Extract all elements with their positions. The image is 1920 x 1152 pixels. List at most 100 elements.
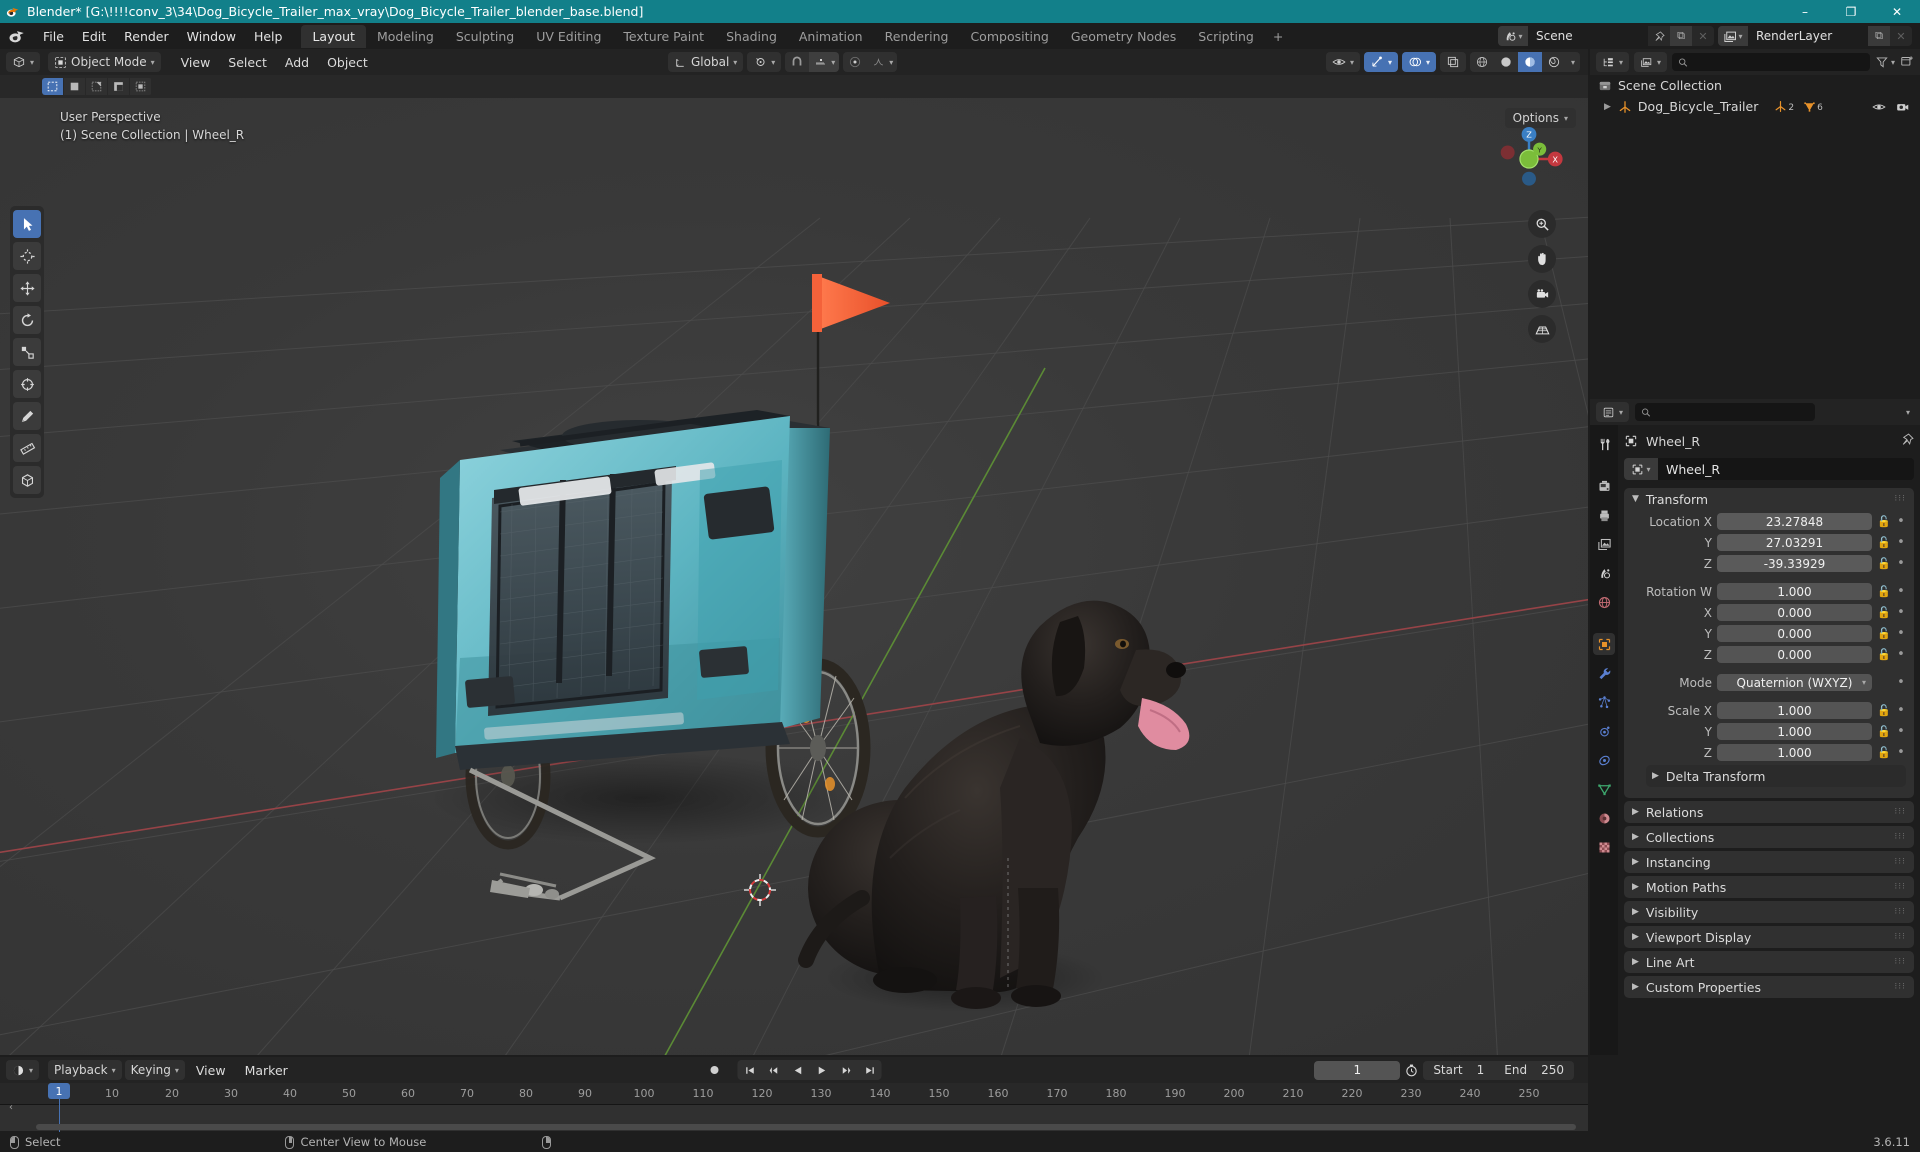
timeline-editor-type-selector[interactable]: ▾ (6, 1060, 40, 1080)
zoom-navigate-button[interactable] (1528, 210, 1556, 238)
rotation-mode-dropdown[interactable]: Quaternion (WXYZ) ▾ (1717, 674, 1872, 691)
eye-icon[interactable] (1872, 100, 1886, 114)
proportional-editing-group[interactable]: ▾ (843, 52, 898, 72)
previous-keyframe-button[interactable] (762, 1060, 786, 1080)
tab-scripting[interactable]: Scripting (1187, 25, 1265, 48)
play-reverse-button[interactable] (786, 1060, 810, 1080)
animate-scale-x-icon[interactable]: • (1896, 703, 1906, 718)
menu-window[interactable]: Window (178, 26, 245, 47)
properties-options-chevron-icon[interactable]: ▾ (1906, 408, 1914, 417)
output-tab[interactable] (1593, 504, 1615, 526)
relations-panel-header[interactable]: ▶ Relations ⁝⁝⁝ (1624, 801, 1914, 823)
animate-rotation-y-icon[interactable]: • (1896, 626, 1906, 641)
view-layer-selector[interactable]: ▾ RenderLayer ⧉ ✕ (1718, 26, 1912, 46)
next-keyframe-button[interactable] (834, 1060, 858, 1080)
animate-rotation-x-icon[interactable]: • (1896, 605, 1906, 620)
rotate-tool[interactable] (13, 306, 41, 334)
3d-viewport[interactable]: User Perspective (1) Scene Collection | … (0, 98, 1588, 1055)
lock-scale-x-icon[interactable]: 🔓 (1877, 704, 1891, 717)
transform-panel-header[interactable]: ▼ Transform ⁝⁝⁝ (1624, 488, 1914, 510)
tab-compositing[interactable]: Compositing (959, 25, 1059, 48)
viewport-menu-add[interactable]: Add (277, 53, 317, 72)
view-layer-name-field[interactable]: RenderLayer (1748, 26, 1868, 46)
object-visibility-selector[interactable]: ▾ (1325, 52, 1360, 72)
outliner-row-dog-bicycle-trailer[interactable]: ▶ Dog_Bicycle_Trailer 2 6 (1590, 96, 1920, 117)
play-button[interactable] (810, 1060, 834, 1080)
location-y-field[interactable]: 27.03291 (1717, 534, 1872, 551)
shading-mode-group[interactable]: ▾ (1470, 52, 1580, 72)
material-preview-button[interactable] (1518, 52, 1542, 72)
scene-name-field[interactable]: Scene (1528, 26, 1648, 46)
frame-range-group[interactable]: Start 1 End 250 (1423, 1060, 1574, 1080)
pan-navigate-button[interactable] (1528, 245, 1556, 273)
particles-tab[interactable] (1593, 691, 1615, 713)
rotation-z-field[interactable]: 0.000 (1717, 646, 1872, 663)
animate-location-z-icon[interactable]: • (1896, 556, 1906, 571)
modifier-tab[interactable] (1593, 662, 1615, 684)
lock-scale-y-icon[interactable]: 🔓 (1877, 725, 1891, 738)
scale-x-field[interactable]: 1.000 (1717, 702, 1872, 719)
annotate-tool[interactable] (13, 402, 41, 430)
transform-tool[interactable] (13, 370, 41, 398)
scale-tool[interactable] (13, 338, 41, 366)
properties-search-box[interactable] (1635, 403, 1816, 421)
unlink-scene-button[interactable]: ✕ (1692, 26, 1714, 46)
world-tab[interactable] (1593, 591, 1615, 613)
render-tab[interactable] (1593, 475, 1615, 497)
animate-location-x-icon[interactable]: • (1896, 514, 1906, 529)
timeline-menu-marker[interactable]: Marker (237, 1061, 296, 1080)
lock-rotation-z-icon[interactable]: 🔓 (1877, 648, 1891, 661)
lock-rotation-x-icon[interactable]: 🔓 (1877, 606, 1891, 619)
measure-tool[interactable] (13, 434, 41, 462)
viewport-menu-view[interactable]: View (173, 53, 219, 72)
tab-animation[interactable]: Animation (788, 25, 874, 48)
pivot-point-selector[interactable]: ▾ (747, 52, 782, 72)
current-frame-field[interactable]: 1 (1314, 1060, 1401, 1080)
close-button[interactable]: ✕ (1874, 0, 1920, 23)
motion-paths-panel[interactable]: ▶ Motion Paths ⁝⁝⁝ (1624, 876, 1914, 898)
location-z-field[interactable]: -39.33929 (1717, 555, 1872, 572)
instancing-panel-header[interactable]: ▶ Instancing ⁝⁝⁝ (1624, 851, 1914, 873)
playhead-indicator[interactable]: 1 (48, 1083, 70, 1099)
keying-menu[interactable]: Keying ▾ (124, 1060, 185, 1080)
line-art-panel-header[interactable]: ▶ Line Art ⁝⁝⁝ (1624, 951, 1914, 973)
texture-tab[interactable] (1593, 836, 1615, 858)
tab-sculpting[interactable]: Sculpting (445, 25, 525, 48)
tab-modeling[interactable]: Modeling (366, 25, 445, 48)
timeline-horizontal-scrollbar[interactable] (36, 1124, 1576, 1130)
outliner-editor-type-selector[interactable]: ▾ (1596, 52, 1630, 72)
lock-rotation-w-icon[interactable]: 🔓 (1877, 585, 1891, 598)
snapping-group[interactable]: ▾ (785, 52, 840, 72)
overlays-toggle[interactable]: ▾ (1401, 52, 1436, 72)
viewport-menu-object[interactable]: Object (319, 53, 376, 72)
outliner-filter-button[interactable]: ▾ (1875, 55, 1895, 69)
tab-layout[interactable]: Layout (301, 24, 366, 48)
move-tool[interactable] (13, 274, 41, 302)
snap-target-selector[interactable]: ▾ (809, 52, 840, 72)
add-workspace-button[interactable]: + (1265, 26, 1291, 47)
visibility-panel-header[interactable]: ▶ Visibility ⁝⁝⁝ (1624, 901, 1914, 923)
menu-edit[interactable]: Edit (73, 26, 115, 47)
animate-rotation-mode-icon[interactable]: • (1896, 675, 1906, 690)
physics-tab[interactable] (1593, 720, 1615, 742)
animate-location-y-icon[interactable]: • (1896, 535, 1906, 550)
lock-scale-z-icon[interactable]: 🔓 (1877, 746, 1891, 759)
timeline-sidebar-toggle[interactable]: ‹ (4, 1098, 18, 1116)
navigation-gizmo[interactable]: Z X Y (1488, 118, 1570, 200)
rotation-y-field[interactable]: 0.000 (1717, 625, 1872, 642)
custom-properties-panel-header[interactable]: ▶ Custom Properties ⁝⁝⁝ (1624, 976, 1914, 998)
scale-z-field[interactable]: 1.000 (1717, 744, 1872, 761)
relations-panel[interactable]: ▶ Relations ⁝⁝⁝ (1624, 801, 1914, 823)
data-tab[interactable] (1593, 778, 1615, 800)
properties-editor-type-selector[interactable]: ▾ (1596, 402, 1630, 422)
remove-view-layer-button[interactable]: ✕ (1890, 26, 1912, 46)
xray-toggle[interactable] (1440, 52, 1466, 72)
view-layer-tab[interactable] (1593, 533, 1615, 555)
rendered-shading-button[interactable] (1542, 52, 1566, 72)
collections-panel-header[interactable]: ▶ Collections ⁝⁝⁝ (1624, 826, 1914, 848)
select-extend-button[interactable] (86, 78, 107, 95)
camera-view-button[interactable] (1528, 280, 1556, 308)
start-frame-field[interactable]: Start 1 (1423, 1061, 1494, 1080)
scene-icon[interactable]: ▾ (1498, 26, 1528, 46)
delta-transform-panel-header[interactable]: ▶ Delta Transform (1646, 765, 1906, 787)
